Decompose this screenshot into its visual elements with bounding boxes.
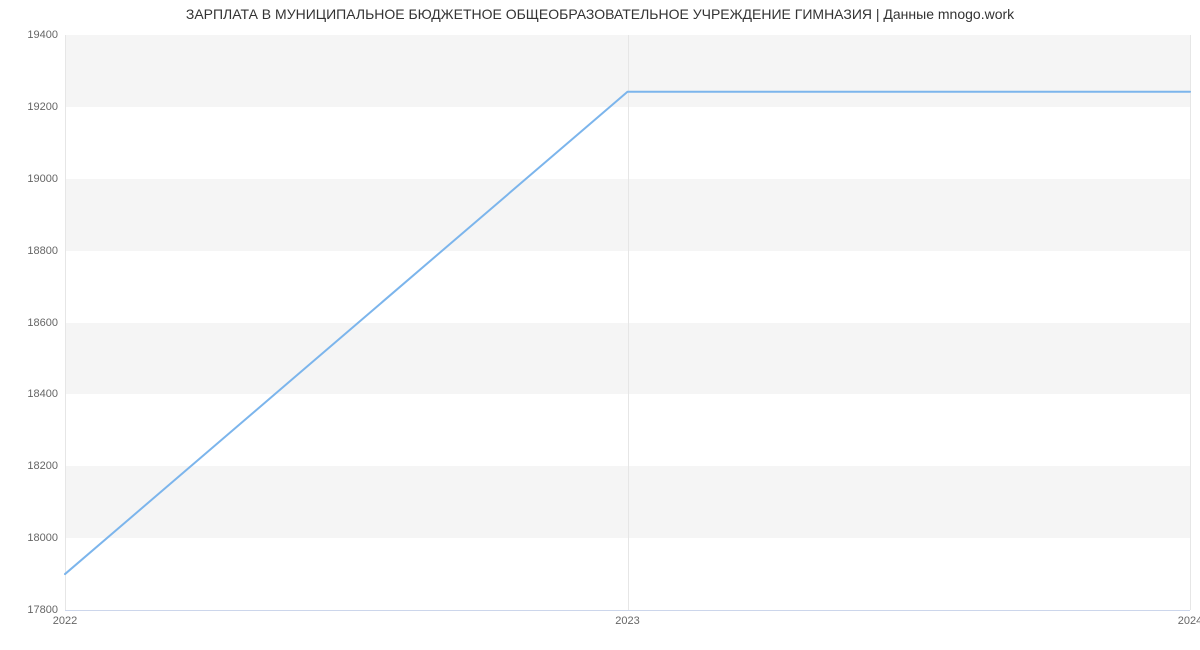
- y-tick-label: 18000: [8, 532, 58, 544]
- y-tick-label: 18400: [8, 388, 58, 400]
- series-line: [65, 92, 1190, 574]
- x-axis-line: [65, 610, 1190, 611]
- line-series-layer: [65, 35, 1190, 610]
- y-tick-label: 18600: [8, 317, 58, 329]
- y-tick-label: 19000: [8, 173, 58, 185]
- x-gridline: [1190, 35, 1191, 610]
- x-tick-label: 2024: [1178, 615, 1200, 627]
- y-tick-label: 17800: [8, 604, 58, 616]
- y-tick-label: 18200: [8, 460, 58, 472]
- x-tick-label: 2022: [53, 615, 77, 627]
- plot-area: [65, 35, 1190, 610]
- y-tick-label: 18800: [8, 245, 58, 257]
- chart-title: ЗАРПЛАТА В МУНИЦИПАЛЬНОЕ БЮДЖЕТНОЕ ОБЩЕО…: [0, 6, 1200, 22]
- y-tick-label: 19200: [8, 101, 58, 113]
- x-tick-label: 2023: [615, 615, 639, 627]
- chart-container: ЗАРПЛАТА В МУНИЦИПАЛЬНОЕ БЮДЖЕТНОЕ ОБЩЕО…: [0, 0, 1200, 650]
- y-tick-label: 19400: [8, 29, 58, 41]
